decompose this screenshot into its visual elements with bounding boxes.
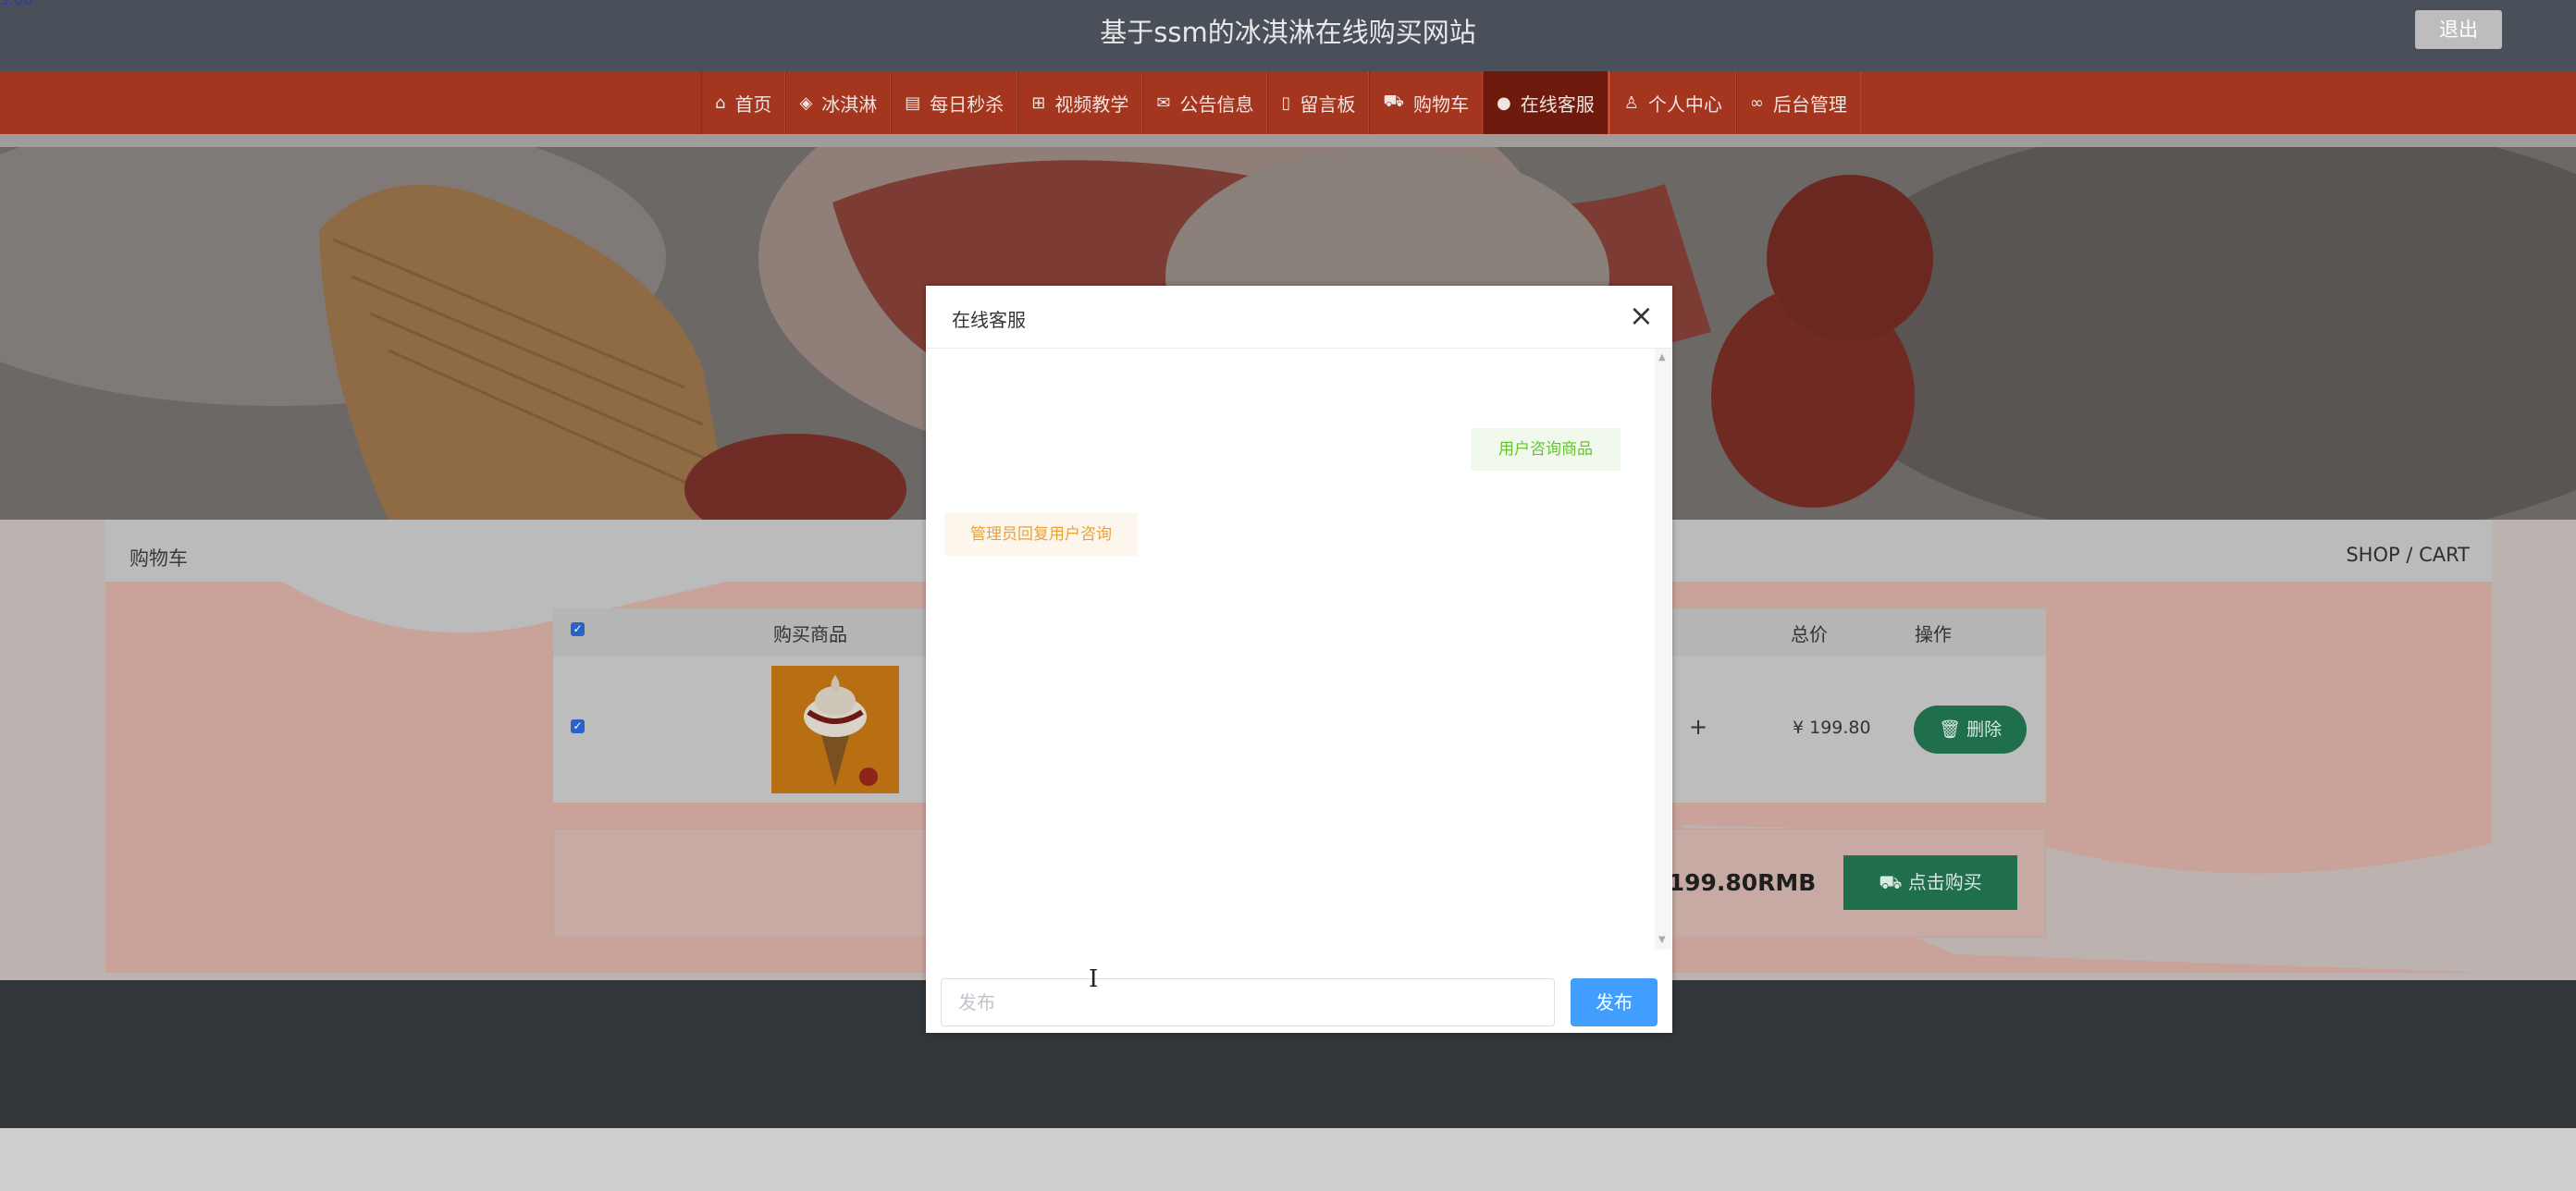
site-title: 基于ssm的冰淇淋在线购买网站 [1100,17,1476,48]
buy-button[interactable]: ⛟ 点击购买 [1843,855,2017,910]
column-product: 购买商品 [773,623,847,645]
nav-item-flash-sale[interactable]: ▤ 每日秒杀 [891,71,1018,134]
increase-quantity-button[interactable]: + [1689,714,1707,740]
user-icon: ♙ [1623,92,1639,113]
home-icon: ⌂ [715,92,726,113]
nav-item-label: 冰淇淋 [821,92,878,116]
text-cursor-icon: I [1089,965,1099,993]
mail-icon: ✉ [1156,92,1171,113]
buy-label: 点击购买 [1907,871,1982,893]
nav-item-message-board[interactable]: ▯ 留言板 [1267,71,1370,134]
cart-icon: ⛟ [1879,871,1903,893]
select-all-checkbox[interactable]: ✓ [571,622,585,636]
nav-item-label: 留言板 [1300,92,1356,116]
breadcrumb: SHOP / CART [2346,544,2470,566]
chat-messages[interactable]: 用户咨询商品 管理员回复用户咨询 [926,349,1654,950]
delete-button[interactable]: 🗑 删除 [1914,706,2027,754]
nav-divider [1608,71,1610,134]
nav-item-video[interactable]: ⊞ 视频教学 [1017,71,1143,134]
link-icon: ∞ [1749,92,1764,113]
admin-message: 管理员回复用户咨询 [944,513,1138,556]
nav-underline [0,134,2576,147]
chat-input[interactable] [941,978,1555,1026]
online-service-dialog: 在线客服 × 用户咨询商品 管理员回复用户咨询 ▲ ▼ 发布 [926,286,1672,1033]
nav-item-cart[interactable]: ⛟ 购物车 [1369,71,1484,134]
nav-item-label: 在线客服 [1520,92,1595,116]
logout-button[interactable]: 退出 [2415,10,2502,49]
chat-icon: ● [1497,92,1511,113]
chat-scrollbar[interactable] [1655,349,1671,950]
close-icon[interactable]: × [1629,297,1654,334]
row-total-price: ¥ 199.80 [1793,718,1871,738]
note-icon: ▯ [1281,92,1291,113]
trash-icon: 🗑 [1938,719,1962,740]
nav-item-icecream[interactable]: ◈ 冰淇淋 [785,71,892,134]
nav-item-label: 个人中心 [1647,92,1722,116]
dialog-footer: 发布 [926,951,1672,1033]
nav-item-online-service[interactable]: ● 在线客服 [1483,71,1608,134]
panel-title: 购物车 [129,547,188,570]
nav-item-label: 公告信息 [1179,92,1254,116]
corner-text: 5.00 [0,0,33,8]
nav-item-label: 购物车 [1413,92,1470,116]
scroll-up-icon[interactable]: ▲ [1658,352,1666,362]
main-nav: ⌂ 首页 ◈ 冰淇淋 ▤ 每日秒杀 ⊞ 视频教学 ✉ 公告信息 ▯ 留言板 ⛟ … [0,71,2576,134]
column-action: 操作 [1915,623,1952,645]
calendar-icon: ▤ [905,92,921,113]
video-icon: ⊞ [1031,92,1046,113]
column-total: 总价 [1791,623,1828,645]
nav-item-label: 首页 [734,92,772,116]
delete-label: 删除 [1966,719,2003,740]
row-checkbox[interactable]: ✓ [571,719,585,733]
nav-item-home[interactable]: ⌂ 首页 [701,71,786,134]
nav-item-label: 每日秒杀 [930,92,1005,116]
dialog-title: 在线客服 [952,309,1026,331]
nav-item-label: 后台管理 [1772,92,1847,116]
dialog-header: 在线客服 × [926,286,1672,349]
send-button[interactable]: 发布 [1571,978,1658,1026]
product-image[interactable] [771,666,899,793]
nav-item-admin[interactable]: ∞ 后台管理 [1735,71,1861,134]
nav-item-label: 视频教学 [1054,92,1129,116]
nav-list: ⌂ 首页 ◈ 冰淇淋 ▤ 每日秒杀 ⊞ 视频教学 ✉ 公告信息 ▯ 留言板 ⛟ … [701,71,1861,134]
icecream-illustration [771,666,899,793]
cart-icon: ⛟ [1383,92,1405,111]
scroll-down-icon[interactable]: ▼ [1658,935,1666,945]
nav-item-notice[interactable]: ✉ 公告信息 [1142,71,1268,134]
user-message: 用户咨询商品 [1471,428,1621,471]
layers-icon: ◈ [799,92,813,113]
nav-item-profile[interactable]: ♙ 个人中心 [1609,71,1736,134]
